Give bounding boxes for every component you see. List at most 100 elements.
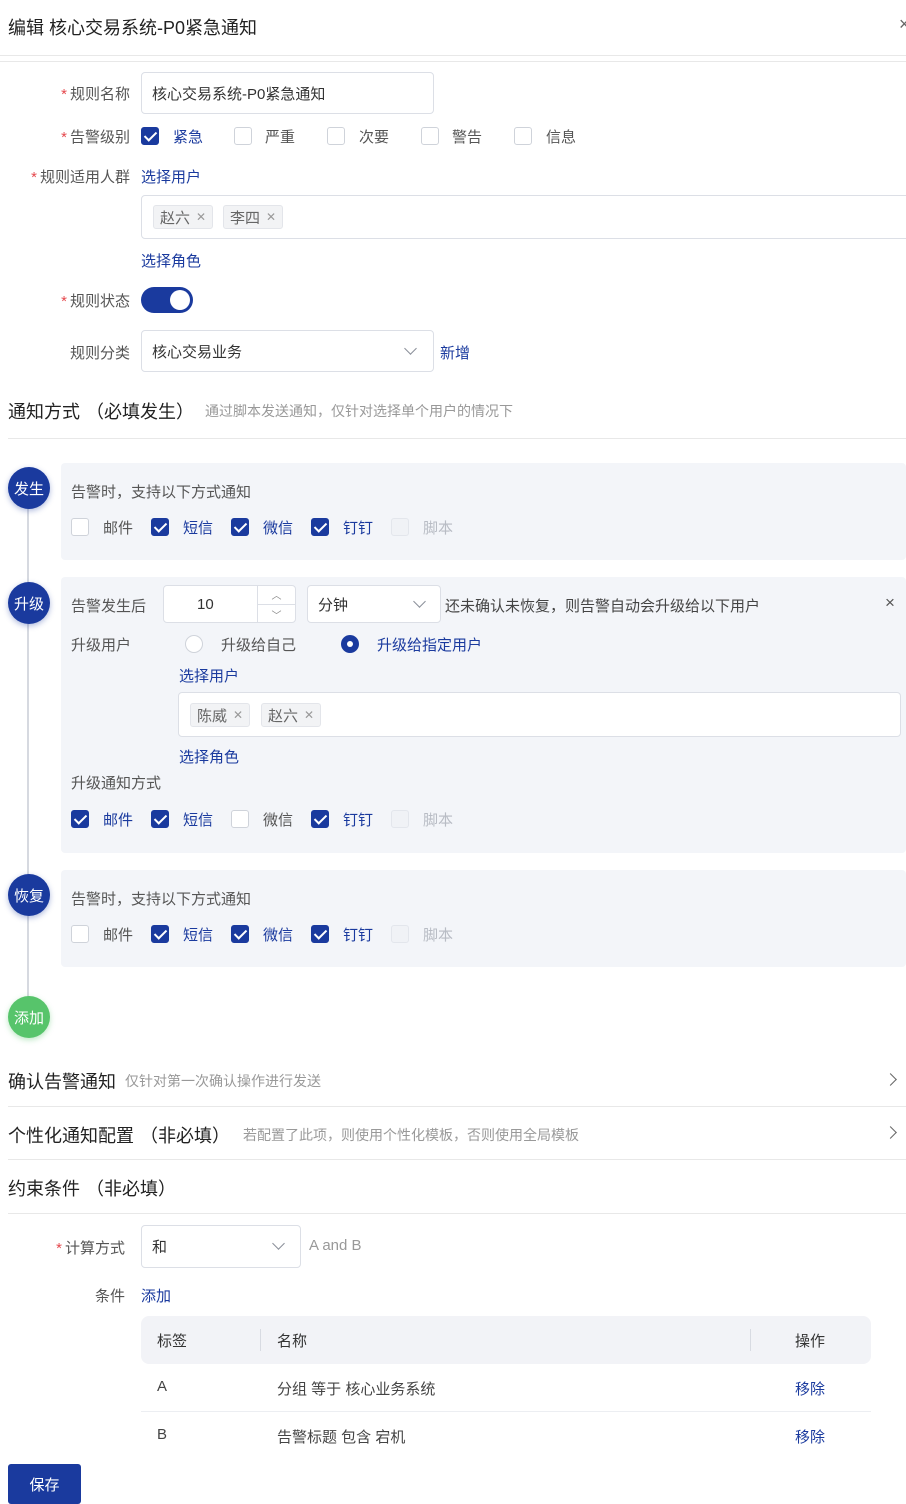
remove-tag-icon[interactable]: ✕ — [304, 708, 314, 722]
user-tag: 赵六 ✕ — [261, 703, 322, 727]
escalate-dingtalk-checkbox[interactable] — [311, 810, 329, 828]
remove-tag-icon[interactable]: ✕ — [266, 210, 276, 224]
divider — [8, 1159, 906, 1160]
radio-specific[interactable] — [341, 635, 359, 653]
audience-users-box[interactable]: 赵六 ✕ 李四 ✕ — [141, 195, 906, 239]
notify-section-title: 通知方式 （必填发生） — [8, 402, 194, 422]
row-b-name: 告警标题 包含 宕机 — [277, 1429, 406, 1446]
column-header-tag: 标签 — [157, 1333, 188, 1350]
close-icon[interactable]: × — [899, 14, 906, 35]
personal-section-title[interactable]: 个性化通知配置 （非必填） — [8, 1122, 230, 1148]
escalate-badge: 升级 — [8, 582, 50, 624]
rule-name-input[interactable]: 核心交易系统-P0紧急通知 — [141, 72, 434, 114]
condition-label: 条件 — [94, 1288, 125, 1305]
add-condition-link[interactable]: 添加 — [141, 1285, 171, 1306]
escalate-users-label: 升级用户 — [71, 637, 132, 654]
escalate-channels-label: 升级通知方式 — [71, 775, 162, 792]
recover-desc: 告警时，支持以下方式通知 — [71, 891, 252, 908]
toggle-knob — [170, 290, 190, 310]
add-category-link[interactable]: 新增 — [440, 342, 470, 363]
recover-script-checkbox — [391, 925, 409, 943]
dialog-title: 编辑 核心交易系统-P0紧急通知 — [8, 18, 258, 38]
occur-badge: 发生 — [8, 467, 50, 509]
divider — [8, 1106, 906, 1107]
escalate-wechat-checkbox[interactable] — [231, 810, 249, 828]
recover-dingtalk-checkbox[interactable] — [311, 925, 329, 943]
occur-email-label: 邮件 — [103, 520, 134, 537]
row-b-tag: B — [157, 1426, 168, 1443]
user-tag: 陈威 ✕ — [190, 703, 251, 727]
rule-name-label: * 规则名称 — [61, 86, 130, 103]
status-toggle[interactable] — [141, 287, 193, 313]
occur-email-checkbox[interactable] — [71, 518, 89, 536]
escalate-email-label: 邮件 — [103, 812, 134, 829]
recover-wechat-checkbox[interactable] — [231, 925, 249, 943]
escalate-prefix: 告警发生后 — [71, 598, 147, 615]
escalate-users-box[interactable]: 陈威 ✕ 赵六 ✕ — [178, 692, 901, 737]
recover-dingtalk-label: 钉钉 — [343, 927, 374, 944]
select-roles-link[interactable]: 选择角色 — [141, 250, 201, 271]
occur-desc: 告警时，支持以下方式通知 — [71, 484, 252, 501]
recover-sms-label: 短信 — [183, 927, 214, 944]
level-info-label: 信息 — [546, 129, 577, 146]
category-label: 规则分类 — [69, 345, 130, 362]
constraint-section-title: 约束条件 （非必填） — [8, 1179, 176, 1199]
occur-wechat-checkbox[interactable] — [231, 518, 249, 536]
recover-sms-checkbox[interactable] — [151, 925, 169, 943]
level-urgent-checkbox[interactable] — [141, 127, 159, 145]
calc-label: * 计算方式 — [56, 1240, 125, 1257]
confirm-section-title[interactable]: 确认告警通知 — [8, 1068, 116, 1094]
escalate-dingtalk-label: 钉钉 — [343, 812, 374, 829]
escalate-select-roles-link[interactable]: 选择角色 — [179, 746, 239, 767]
radio-self-label: 升级给自己 — [221, 637, 297, 654]
calc-expression: A and B — [309, 1237, 362, 1254]
calc-select[interactable]: 和 — [141, 1225, 301, 1268]
escalate-script-label: 脚本 — [423, 812, 454, 829]
occur-dingtalk-checkbox[interactable] — [311, 518, 329, 536]
minutes-stepper[interactable]: ︿ ﹀ — [257, 585, 295, 623]
level-minor-checkbox[interactable] — [327, 127, 345, 145]
level-info-checkbox[interactable] — [514, 127, 532, 145]
timeline-line — [27, 490, 29, 1020]
stepper-up-icon[interactable]: ︿ — [258, 585, 295, 604]
save-button[interactable]: 保存 — [8, 1464, 81, 1504]
select-users-link[interactable]: 选择用户 — [141, 166, 201, 187]
level-warning-checkbox[interactable] — [421, 127, 439, 145]
occur-card: 告警时，支持以下方式通知 邮件 短信 微信 钉钉 脚本 — [61, 463, 906, 560]
level-urgent-label: 紧急 — [173, 129, 204, 146]
row-b-remove-link[interactable]: 移除 — [795, 1426, 825, 1447]
radio-specific-label: 升级给指定用户 — [377, 637, 483, 654]
user-tag: 李四 ✕ — [223, 205, 284, 229]
divider — [8, 438, 906, 439]
chevron-right-icon[interactable] — [884, 1073, 897, 1086]
notify-section-hint: 通过脚本发送通知，仅针对选择单个用户的情况下 — [205, 403, 513, 419]
category-select[interactable]: 核心交易业务 — [141, 330, 434, 372]
recover-badge: 恢复 — [8, 874, 50, 916]
add-stage-button[interactable]: 添加 — [8, 996, 50, 1038]
row-a-tag: A — [157, 1378, 168, 1395]
escalate-select-users-link[interactable]: 选择用户 — [179, 665, 239, 686]
recover-email-checkbox[interactable] — [71, 925, 89, 943]
escalate-email-checkbox[interactable] — [71, 810, 89, 828]
level-minor-label: 次要 — [359, 129, 390, 146]
recover-script-label: 脚本 — [423, 927, 454, 944]
recover-wechat-label: 微信 — [263, 927, 294, 944]
occur-sms-checkbox[interactable] — [151, 518, 169, 536]
occur-script-label: 脚本 — [423, 520, 454, 537]
row-a-name: 分组 等于 核心业务系统 — [277, 1381, 436, 1398]
stepper-down-icon[interactable]: ﹀ — [258, 604, 295, 623]
occur-script-checkbox — [391, 518, 409, 536]
status-label: * 规则状态 — [61, 293, 130, 310]
escalate-sms-checkbox[interactable] — [151, 810, 169, 828]
radio-self[interactable] — [185, 635, 203, 653]
escalate-unit-select[interactable]: 分钟 — [307, 585, 441, 623]
level-severe-checkbox[interactable] — [234, 127, 252, 145]
remove-tag-icon[interactable]: ✕ — [233, 708, 243, 722]
column-separator — [750, 1329, 751, 1351]
occur-wechat-label: 微信 — [263, 520, 294, 537]
chevron-right-icon[interactable] — [884, 1126, 897, 1139]
row-a-remove-link[interactable]: 移除 — [795, 1378, 825, 1399]
escalate-wechat-label: 微信 — [263, 812, 294, 829]
remove-tag-icon[interactable]: ✕ — [196, 210, 206, 224]
remove-escalation-icon[interactable]: × — [885, 593, 895, 613]
